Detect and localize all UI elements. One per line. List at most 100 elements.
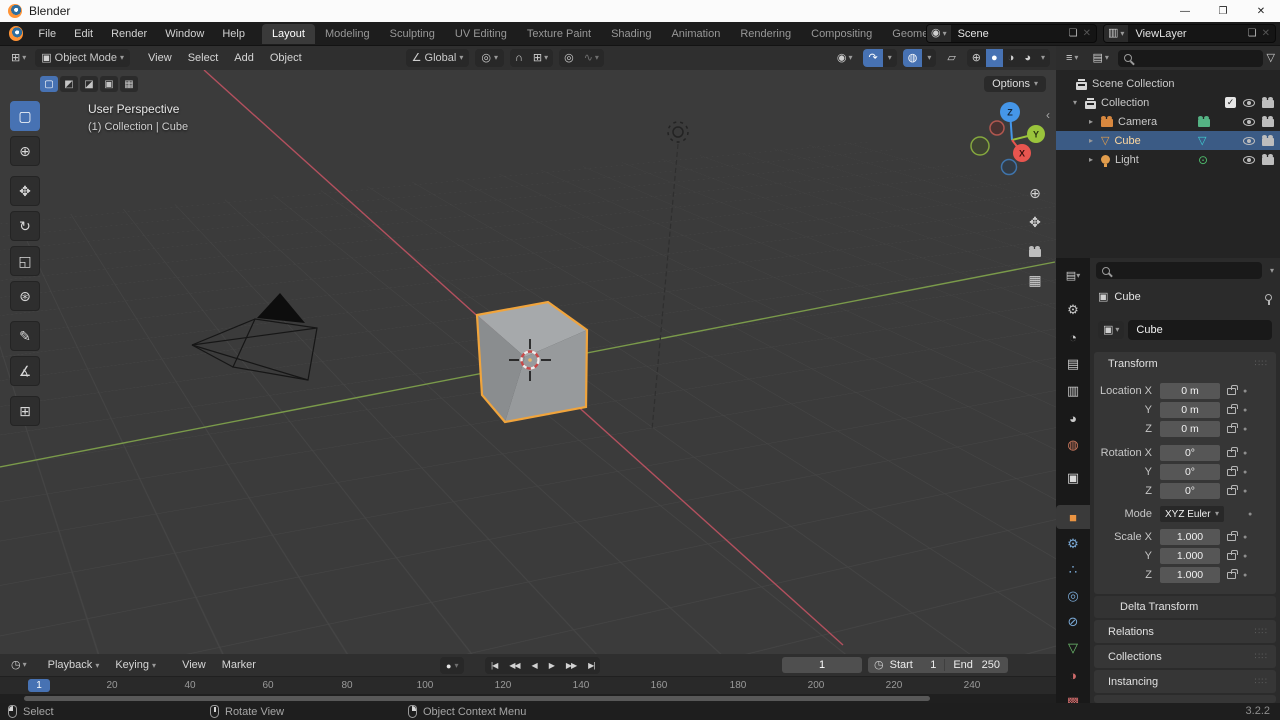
xray-toggle[interactable]: ▱ [942, 49, 960, 67]
tab-geometry-nodes[interactable]: Geometry Noc [882, 24, 926, 44]
tab-texture-paint[interactable]: Texture Paint [517, 24, 601, 44]
menu-edit[interactable]: Edit [65, 25, 102, 43]
menu-add[interactable]: Add [226, 52, 262, 64]
disclosure-icon[interactable]: ▸ [1086, 155, 1096, 164]
gizmo-axis-neg-y[interactable] [971, 137, 989, 155]
filter-icon[interactable]: ▽ [1267, 53, 1275, 64]
tab-modeling[interactable]: Modeling [315, 24, 380, 44]
object-id-dropdown[interactable]: ▣ ▾ [1098, 321, 1124, 339]
scene-browse-button[interactable]: ◉ ▾ [927, 25, 951, 42]
collection-checkbox[interactable]: ✓ [1225, 97, 1236, 108]
animate-dot-icon[interactable]: ● [1243, 572, 1247, 579]
outliner-editor-selector[interactable]: ≡ ▾ [1061, 49, 1083, 67]
collections-panel[interactable]: Collections ∷∷ [1094, 645, 1276, 668]
end-frame-field[interactable]: End 250 [945, 659, 1008, 671]
next-keyframe-button[interactable]: ▶▶ [560, 661, 582, 670]
viewlayer-name[interactable]: ViewLayer [1128, 28, 1243, 40]
object-name-field[interactable]: Cube [1128, 320, 1272, 340]
snap-target-dropdown[interactable]: ⊞ ▾ [528, 49, 553, 67]
tab-object[interactable]: ■ [1056, 505, 1090, 529]
outliner-search-input[interactable] [1118, 50, 1263, 67]
scene-new-icon[interactable]: ❏ [1065, 28, 1082, 39]
camera-object[interactable] [192, 293, 317, 380]
close-button[interactable]: ✕ [1242, 0, 1280, 22]
disable-render-icon[interactable] [1262, 100, 1274, 108]
tab-modifiers[interactable]: ⚙ [1056, 532, 1090, 556]
animate-dot-icon[interactable]: ● [1243, 407, 1247, 414]
outliner-row-collection[interactable]: ▾ Collection ✓ [1056, 93, 1280, 112]
tool-add-cube[interactable]: ⊞ [10, 396, 40, 426]
timeline-ruler[interactable]: 20 40 60 80 100 120 140 160 180 200 220 … [0, 676, 1056, 694]
hide-viewport-icon[interactable] [1243, 118, 1255, 126]
timeline-scrollbar[interactable] [0, 694, 1056, 703]
menu-help[interactable]: Help [213, 25, 254, 43]
tab-render[interactable]: ◔ [1056, 325, 1090, 349]
previous-keyframe-button[interactable]: ◀◀ [503, 661, 525, 670]
disable-render-icon[interactable] [1262, 157, 1274, 165]
lock-icon[interactable] [1227, 426, 1236, 433]
disclosure-icon[interactable]: ▸ [1086, 117, 1096, 126]
outliner-row-light[interactable]: ▸ Light ⊙ [1056, 150, 1280, 169]
current-frame-field[interactable]: 1 [782, 657, 862, 673]
menu-marker[interactable]: Marker [214, 659, 264, 671]
start-frame-field[interactable]: Start 1 [890, 659, 946, 671]
panel-grip-icon[interactable]: ∷∷ [1255, 676, 1268, 687]
jump-to-start-button[interactable]: |◀ [485, 661, 503, 670]
light-object[interactable] [652, 122, 688, 430]
proportional-edit-toggle[interactable]: ◎ [559, 49, 579, 67]
scene-name[interactable]: Scene [951, 28, 1065, 40]
tab-uv-editing[interactable]: UV Editing [445, 24, 517, 44]
animate-dot-icon[interactable]: ● [1243, 450, 1247, 457]
lock-icon[interactable] [1227, 553, 1236, 560]
tool-annotate[interactable]: ✎ [10, 321, 40, 351]
zoom-icon[interactable]: ⊕ [1024, 182, 1046, 204]
menu-file[interactable]: File [29, 25, 65, 43]
tool-transform[interactable]: ⊛ [10, 281, 40, 311]
delta-transform-panel[interactable]: Delta Transform [1094, 596, 1276, 618]
show-gizmo-toggle[interactable]: ↷ [863, 49, 882, 67]
tool-select-box[interactable]: ▢ [10, 101, 40, 131]
lock-icon[interactable] [1227, 407, 1236, 414]
tab-compositing[interactable]: Compositing [801, 24, 882, 44]
select-mode-extend[interactable]: ◩ [60, 76, 78, 92]
rotation-y-field[interactable]: 0° [1160, 464, 1220, 480]
shading-wireframe-button[interactable]: ⊕ [967, 49, 986, 67]
location-y-field[interactable]: 0 m [1160, 402, 1220, 418]
show-overlays-toggle[interactable]: ◍ [903, 49, 923, 67]
properties-search-input[interactable] [1096, 262, 1262, 279]
timeline-editor-selector[interactable]: ◷ ▾ [6, 656, 32, 674]
animate-dot-icon[interactable]: ● [1243, 553, 1247, 560]
lock-icon[interactable] [1227, 388, 1236, 395]
tool-measure[interactable]: ∡ [10, 356, 40, 386]
lock-icon[interactable] [1227, 469, 1236, 476]
relations-panel[interactable]: Relations ∷∷ [1094, 620, 1276, 643]
jump-to-end-button[interactable]: ▶| [582, 661, 600, 670]
animate-dot-icon[interactable]: ● [1243, 469, 1247, 476]
minimize-button[interactable]: — [1166, 0, 1204, 22]
ortho-toggle-icon[interactable]: ▦ [1024, 269, 1046, 291]
select-mode-invert[interactable]: ▣ [100, 76, 118, 92]
outliner-row-cube[interactable]: ▸ ▽ Cube ▽ [1056, 131, 1280, 150]
viewlayer-browse-button[interactable]: ▥ ▾ [1104, 25, 1128, 42]
tab-tool[interactable]: ⚙ [1056, 298, 1090, 322]
play-reverse-button[interactable]: ◀ [526, 661, 543, 670]
select-mode-subtract[interactable]: ◪ [80, 76, 98, 92]
camera-view-icon[interactable] [1024, 240, 1046, 262]
outliner-row-camera[interactable]: ▸ Camera [1056, 112, 1280, 131]
menu-playback[interactable]: Playback ▾ [40, 659, 108, 671]
menu-view-timeline[interactable]: View [174, 659, 214, 671]
select-mode-set[interactable]: ▢ [40, 76, 58, 92]
overlays-dropdown[interactable]: ▾ [922, 49, 936, 67]
animate-dot-icon[interactable]: ● [1243, 488, 1247, 495]
menu-window[interactable]: Window [156, 25, 213, 43]
tab-physics[interactable]: ◎ [1056, 584, 1090, 608]
sidebar-collapse-icon[interactable]: ‹ [1046, 108, 1050, 122]
hide-viewport-icon[interactable] [1243, 156, 1255, 164]
tab-view-layer[interactable]: ▥ [1056, 379, 1090, 403]
lock-icon[interactable] [1227, 534, 1236, 541]
blender-menu-icon[interactable] [9, 26, 23, 41]
transform-panel-header[interactable]: Transform ∷∷ [1094, 352, 1276, 375]
pin-icon[interactable] [1265, 294, 1272, 301]
animate-dot-icon[interactable]: ● [1243, 388, 1247, 395]
gizmo-dropdown[interactable]: ▾ [883, 49, 897, 67]
